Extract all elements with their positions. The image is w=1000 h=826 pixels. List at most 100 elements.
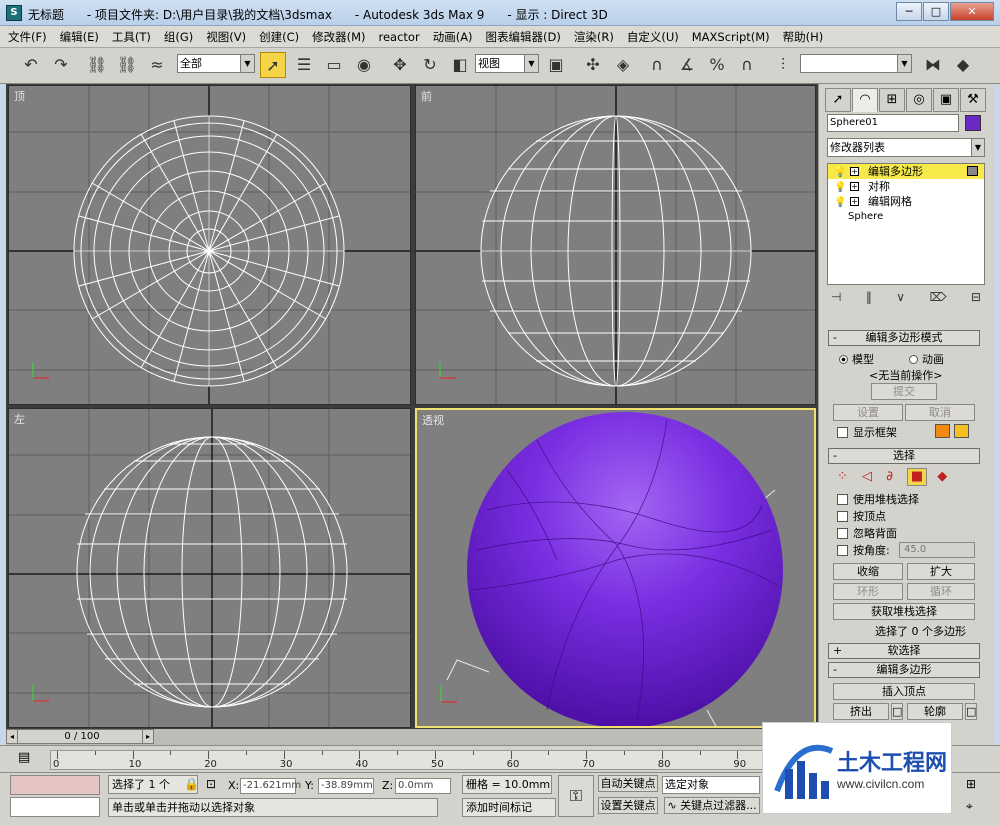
move-icon[interactable]: ✥	[387, 52, 413, 78]
time-next-icon[interactable]: ▸	[142, 729, 154, 744]
edge-icon[interactable]: ◁	[862, 469, 872, 484]
z-coord-field[interactable]: 0.0mm	[395, 778, 451, 794]
show-end-result-icon[interactable]: ‖	[866, 290, 872, 306]
coord-system-dropdown[interactable]: 视图 ▼	[475, 54, 539, 73]
absolute-transform-icon[interactable]: ⊡	[206, 777, 216, 791]
object-color-swatch[interactable]	[965, 115, 981, 131]
stack-item-edit-poly[interactable]: 💡 + 编辑多边形	[828, 164, 984, 179]
select-icon[interactable]: ➚	[260, 52, 286, 78]
link-icon[interactable]: ⛓	[84, 52, 110, 78]
cage-selected-color-swatch[interactable]	[954, 424, 969, 438]
use-stack-selection-checkbox[interactable]: 使用堆栈选择	[837, 491, 919, 507]
viewport-left[interactable]: 左	[8, 408, 411, 728]
stack-item-sphere[interactable]: Sphere	[828, 209, 984, 224]
configure-sets-icon[interactable]: ⊟	[971, 290, 981, 306]
rect-region-icon[interactable]: ▭	[321, 52, 347, 78]
add-time-tag[interactable]: 添加时间标记	[462, 798, 556, 817]
timeline-ruler[interactable]: 0102030405060708090100	[50, 750, 828, 770]
rollout-selection[interactable]: - 选择	[828, 448, 980, 464]
menu-group[interactable]: 组(G)	[164, 29, 193, 45]
make-unique-icon[interactable]: ∨	[896, 290, 905, 306]
menu-maxscript[interactable]: MAXScript(M)	[692, 30, 770, 44]
purple-sphere[interactable]	[467, 412, 783, 728]
menu-create[interactable]: 创建(C)	[259, 29, 299, 45]
rollout-edit-poly-mode[interactable]: - 编辑多边形模式	[828, 330, 980, 346]
element-icon[interactable]: ◆	[937, 469, 947, 484]
border-icon[interactable]: ∂	[886, 469, 893, 484]
maximize-button[interactable]: □	[923, 2, 949, 21]
window-crossing-icon[interactable]: ◉	[351, 52, 377, 78]
scale-icon[interactable]: ◧	[447, 52, 473, 78]
viewport-label-left[interactable]: 左	[14, 411, 25, 427]
selected-object-dropdown[interactable]: 选定对象	[662, 776, 760, 794]
y-coord-field[interactable]: -38.89mm	[318, 778, 374, 794]
select-by-name-icon[interactable]: ☰	[291, 52, 317, 78]
time-prev-icon[interactable]: ◂	[6, 729, 18, 744]
stack-item-config-icon[interactable]	[967, 166, 978, 176]
key-icon[interactable]: ⚿	[558, 775, 594, 817]
expand-icon[interactable]: +	[850, 197, 859, 206]
menu-views[interactable]: 视图(V)	[206, 29, 246, 45]
hierarchy-tab-icon[interactable]: ⊞	[879, 88, 905, 112]
named-selection-dropdown[interactable]: ▼	[800, 54, 912, 73]
field-of-view-icon[interactable]: ⌖	[966, 799, 973, 814]
menu-edit[interactable]: 编辑(E)	[60, 29, 99, 45]
pivot-icon[interactable]: ▣	[543, 52, 569, 78]
lightbulb-icon[interactable]: 💡	[834, 180, 846, 195]
percent-snap-icon[interactable]: %	[704, 52, 730, 78]
outline-button[interactable]: 轮廓	[907, 703, 963, 720]
menu-help[interactable]: 帮助(H)	[783, 29, 824, 45]
motion-tab-icon[interactable]: ◎	[906, 88, 932, 112]
get-stack-selection-button[interactable]: 获取堆栈选择	[833, 603, 975, 620]
menu-rendering[interactable]: 渲染(R)	[574, 29, 614, 45]
viewport-perspective[interactable]: 透视	[415, 408, 816, 728]
extrude-settings-button[interactable]: □	[891, 703, 903, 720]
time-slider[interactable]: 0 / 100	[16, 729, 148, 744]
show-cage-checkbox[interactable]: 显示框架	[837, 424, 897, 440]
insert-vertex-button[interactable]: 插入顶点	[833, 683, 975, 700]
x-coord-field[interactable]: -21.621mm	[240, 778, 301, 794]
unlink-icon[interactable]: ⛓	[114, 52, 140, 78]
polygon-icon[interactable]: ■	[907, 468, 928, 486]
by-angle-checkbox[interactable]: 按角度:	[837, 542, 890, 558]
grow-button[interactable]: 扩大	[907, 563, 975, 580]
angle-spinner[interactable]: 45.0	[899, 542, 975, 558]
commit-button[interactable]: 提交	[871, 383, 937, 400]
menu-customize[interactable]: 自定义(U)	[627, 29, 679, 45]
mirror-icon[interactable]: ⧓	[920, 52, 946, 78]
display-tab-icon[interactable]: ▣	[933, 88, 959, 112]
close-button[interactable]: ✕	[950, 2, 994, 21]
expand-icon[interactable]: +	[850, 182, 859, 191]
lightbulb-icon[interactable]: 💡	[834, 165, 846, 180]
pin-stack-icon[interactable]: ⊣	[831, 290, 841, 306]
menu-reactor[interactable]: reactor	[379, 30, 420, 44]
spinner-snap-icon[interactable]: ∩	[734, 52, 760, 78]
key-filters-button[interactable]: ∿ 关键点过滤器...	[664, 797, 760, 814]
undo-icon[interactable]: ↶	[18, 52, 44, 78]
expand-icon[interactable]: +	[850, 167, 859, 176]
viewport-label-perspective[interactable]: 透视	[422, 412, 444, 428]
menu-animation[interactable]: 动画(A)	[433, 29, 473, 45]
angle-snap-icon[interactable]: ∡	[674, 52, 700, 78]
settings-button[interactable]: 设置	[833, 404, 903, 421]
rollout-edit-polygons[interactable]: - 编辑多边形	[828, 662, 980, 678]
app-icon[interactable]: S	[6, 5, 22, 21]
zoom-extents-all-icon[interactable]: ⊞	[966, 777, 976, 791]
ring-button[interactable]: 环形	[833, 583, 903, 600]
outline-settings-button[interactable]: □	[965, 703, 977, 720]
snap-3d-icon[interactable]: ∩	[644, 52, 670, 78]
menu-tools[interactable]: 工具(T)	[112, 29, 151, 45]
remove-modifier-icon[interactable]: ⌦	[930, 290, 947, 306]
shrink-button[interactable]: 收缩	[833, 563, 903, 580]
selection-filter-dropdown[interactable]: 全部 ▼	[177, 54, 255, 73]
auto-key-button[interactable]: 自动关键点	[598, 775, 658, 792]
cage-color-swatch[interactable]	[935, 424, 950, 438]
mini-curve-editor-icon[interactable]: ▤	[18, 750, 30, 765]
edit-named-sel-icon[interactable]: ⫶	[770, 52, 796, 78]
cancel-button[interactable]: 取消	[905, 404, 975, 421]
model-radio[interactable]: 模型	[839, 351, 874, 367]
menu-graph-editors[interactable]: 图表编辑器(D)	[486, 29, 561, 45]
maxscript-output-mini[interactable]	[10, 797, 100, 817]
lock-selection-icon[interactable]: 🔒	[184, 777, 199, 791]
minimize-button[interactable]: ─	[896, 2, 922, 21]
